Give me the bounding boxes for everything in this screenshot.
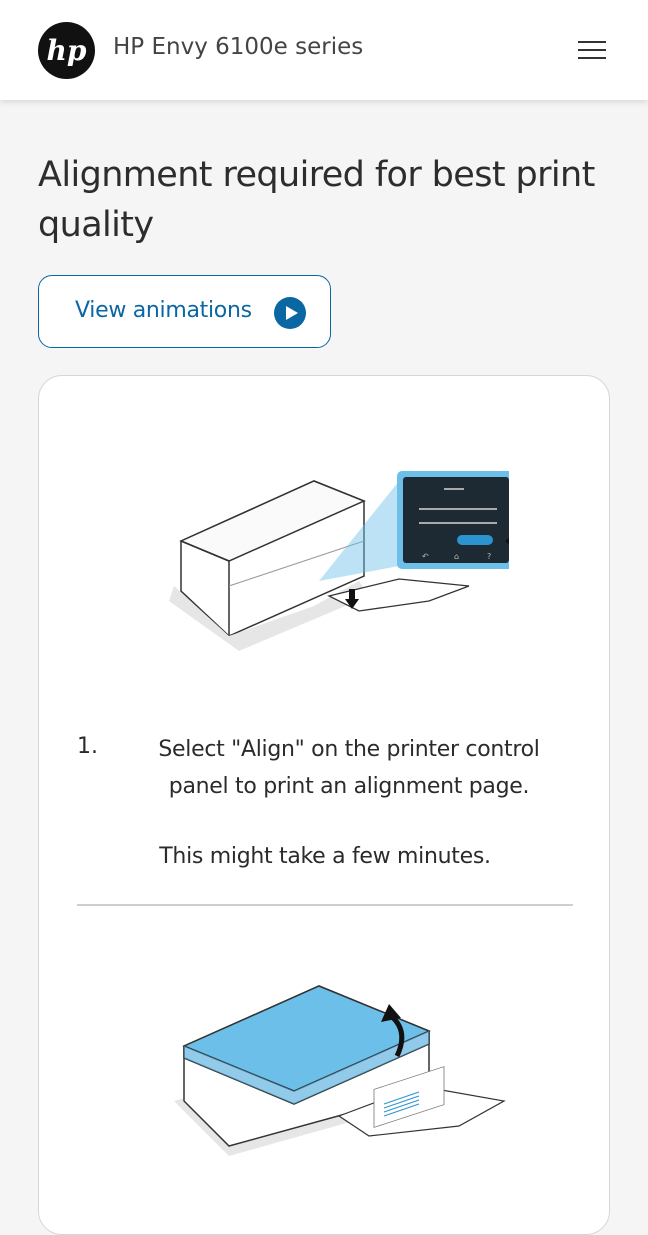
play-circle-icon: [274, 297, 306, 329]
view-animations-button[interactable]: View animations: [38, 275, 331, 348]
svg-text:⌂: ⌂: [454, 552, 459, 561]
step-note: This might take a few minutes.: [159, 844, 491, 869]
app-header: hp HP Envy 6100e series: [0, 0, 648, 100]
svg-text:hp: hp: [47, 34, 87, 67]
hp-logo-icon[interactable]: hp: [38, 22, 95, 79]
hamburger-menu-icon[interactable]: [572, 34, 612, 66]
printer-open-lid-illustration: [174, 985, 506, 1156]
instruction-card: ↶ ⌂ ? 1. Select "Align" on the printer c…: [38, 375, 610, 1235]
svg-text:?: ?: [487, 552, 491, 561]
step-number: 1.: [77, 734, 98, 759]
page-title: Alignment required for best print qualit…: [38, 155, 595, 245]
printer-control-panel-illustration: ↶ ⌂ ?: [169, 471, 509, 651]
view-animations-label: View animations: [75, 298, 252, 323]
product-name: HP Envy 6100e series: [113, 34, 364, 60]
step-instruction: Select "Align" on the printer control pa…: [158, 737, 540, 799]
divider: [77, 904, 573, 906]
svg-text:↶: ↶: [421, 552, 429, 561]
